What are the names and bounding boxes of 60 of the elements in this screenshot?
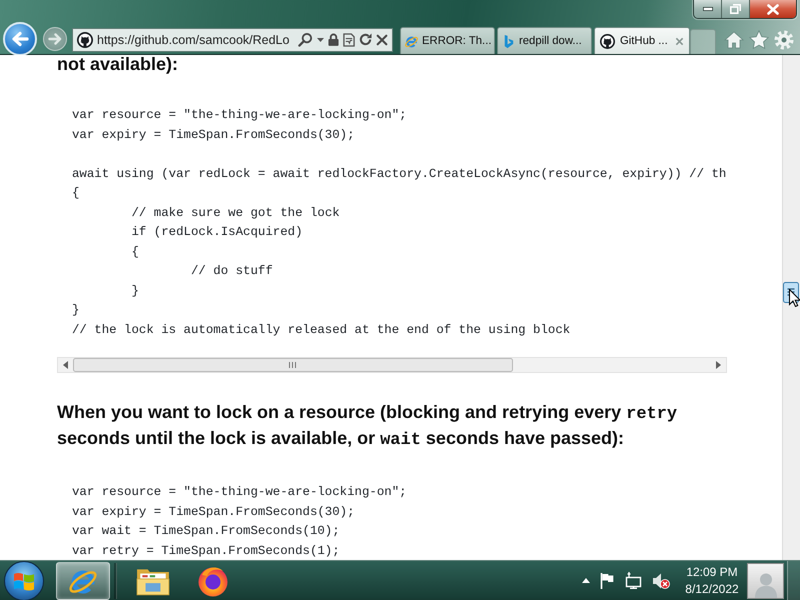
code-line: { [130, 244, 139, 260]
letter-e-icon [404, 34, 419, 48]
user-tile-button[interactable] [747, 562, 784, 598]
code-line: var wait = TimeSpan.FromSeconds(10); [72, 523, 340, 540]
document-icon[interactable] [343, 32, 355, 46]
mouse-pointer-icon [789, 289, 800, 307]
address-bar[interactable]: https://github.com/samcook/RedLo [72, 28, 393, 52]
cat-silhouette-icon [77, 32, 93, 48]
browser-tab[interactable]: GitHub ... [594, 27, 690, 54]
code-line: // the lock is automatically released at the end of the using block [72, 322, 570, 338]
restore-button[interactable] [722, 0, 750, 18]
fox-globe-icon [197, 564, 229, 596]
settings-icon[interactable] [774, 30, 794, 50]
right-triangle-icon[interactable] [716, 361, 721, 369]
caret-icon[interactable] [317, 38, 324, 42]
lock-icon[interactable] [328, 33, 339, 46]
left-arrow-icon [11, 30, 29, 48]
code-line: var retry = TimeSpan.FromSeconds(1); [72, 542, 340, 560]
search-icon[interactable] [298, 32, 313, 47]
close-icon [767, 4, 779, 14]
vertical-scrollbar[interactable] [782, 55, 800, 560]
restore-icon [730, 4, 741, 14]
code-line: // make sure we got the lock [130, 204, 340, 222]
monitor-icon[interactable] [624, 572, 642, 589]
section-heading: not available): [57, 55, 180, 74]
code-line: var resource = "the-thing-we-are-locking-on"; [72, 107, 407, 124]
four-pane-flag-icon [13, 570, 35, 590]
up-triangle-icon[interactable] [582, 578, 590, 583]
show-desktop-button[interactable] [787, 560, 800, 600]
cat-silhouette-icon [600, 34, 615, 48]
star-icon[interactable] [749, 30, 769, 49]
browser-tab[interactable]: redpill dow... [497, 27, 592, 54]
minimize-button[interactable] [694, 0, 722, 18]
code-line: } [72, 302, 80, 319]
section-heading: When you want to lock on a resource (blocking and retrying every retry seconds until the lock is available, or wait seconds have passed): [57, 401, 678, 451]
minimize-icon [702, 7, 712, 11]
right-arrow-icon [48, 33, 62, 45]
clock-time[interactable]: 12:09 PM [686, 564, 738, 580]
scrollbar-thumb[interactable] [73, 358, 513, 372]
code-line: await using (var redLock = await redlockFactory.CreateLockAsync(resource, expiry)) // th [72, 166, 726, 182]
back-button[interactable] [3, 22, 37, 56]
refresh-icon[interactable] [359, 33, 372, 46]
code-line: if (redLock.IsAcquired) [130, 224, 303, 241]
code-line: var expiry = TimeSpan.FromSeconds(30); [72, 504, 355, 520]
clock-date[interactable]: 8/12/2022 [685, 580, 739, 598]
home-icon[interactable] [724, 30, 744, 48]
code-line: var resource = "the-thing-we-are-locking-on"; [72, 484, 407, 501]
horizontal-scrollbar[interactable] [57, 357, 727, 373]
speaker-icon[interactable] [652, 572, 670, 588]
browser-tab[interactable]: ERROR: Th... [400, 27, 495, 54]
close-icon[interactable] [376, 34, 388, 46]
code-line: // do stuff [190, 263, 273, 280]
code-line: var expiry = TimeSpan.FromSeconds(30); [72, 126, 355, 144]
code-line: } [130, 282, 139, 300]
close-button[interactable] [750, 0, 796, 18]
person-silhouette-icon [754, 572, 778, 598]
left-triangle-icon[interactable] [63, 361, 68, 369]
code-line: { [72, 185, 80, 202]
start-button[interactable] [4, 560, 44, 600]
flag-icon[interactable] [600, 572, 614, 588]
